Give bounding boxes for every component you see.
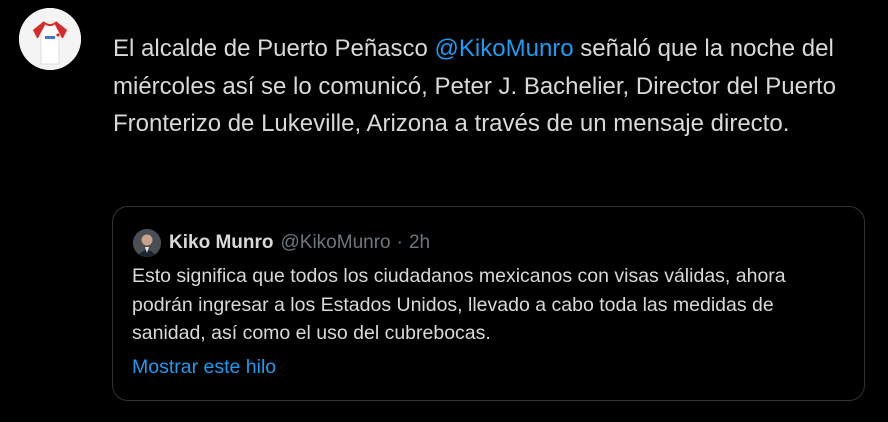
quoted-tweet-card[interactable]: Kiko Munro @KikoMunro · 2h Esto signific… [112, 206, 865, 401]
quoted-author-handle[interactable]: @KikoMunro [281, 232, 391, 254]
tweet-text-before: El alcalde de Puerto Peñasco [113, 35, 435, 62]
quoted-author-name[interactable]: Kiko Munro [169, 232, 274, 254]
person-avatar-image [133, 229, 161, 257]
quoted-tweet-text: Esto significa que todos los ciudadanos … [132, 265, 786, 344]
quoted-tweet-time[interactable]: 2h [409, 232, 430, 254]
mention-link[interactable]: @KikoMunro [435, 35, 574, 62]
quoted-tweet-header: Kiko Munro @KikoMunro · 2h [133, 229, 430, 257]
shirt-avatar-image [19, 8, 81, 70]
tweet-text: El alcalde de Puerto Peñasco @KikoMunro … [113, 30, 873, 143]
separator-dot: · [396, 232, 403, 253]
show-thread-link[interactable]: Mostrar este hilo [132, 356, 276, 379]
quoted-author-avatar[interactable] [133, 229, 161, 257]
user-avatar[interactable] [19, 8, 81, 70]
